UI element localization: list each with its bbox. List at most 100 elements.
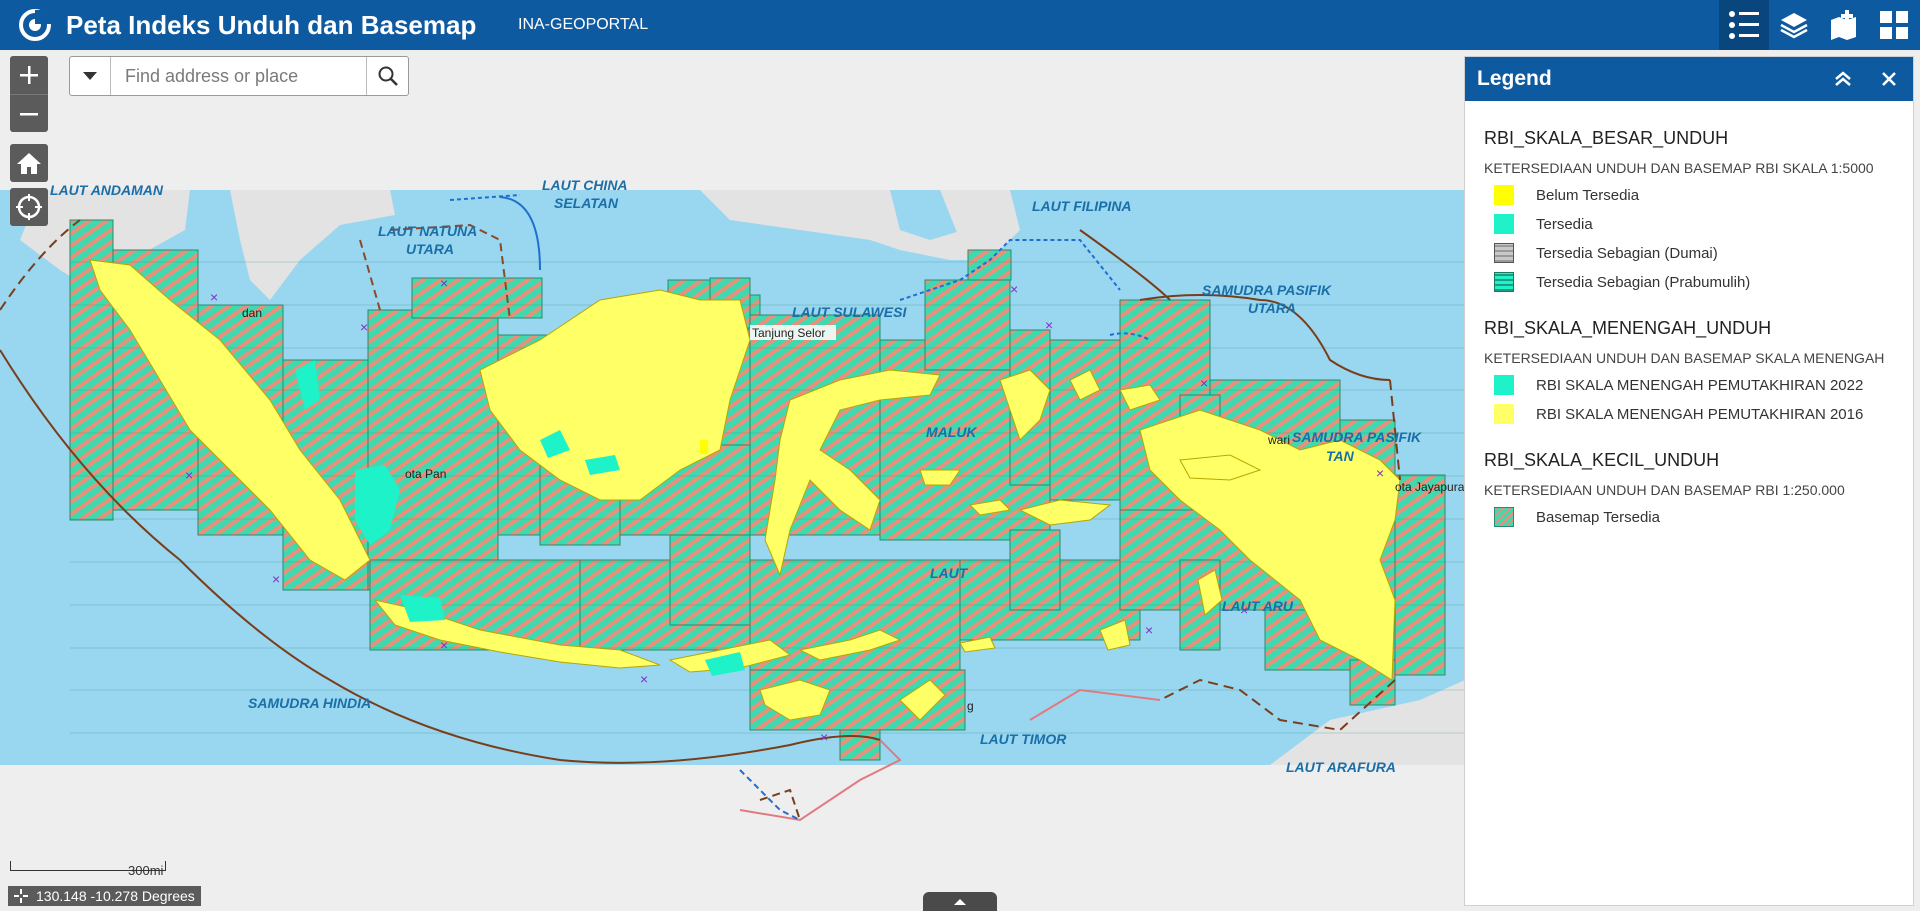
svg-text:×: × [1376,465,1384,481]
legend-item-label: RBI SKALA MENENGAH PEMUTAKHIRAN 2022 [1536,376,1864,394]
legend-panel: Legend RBI_SKALA_BESAR_UNDUH KETERSEDIAA… [1464,56,1914,906]
scale-bar: 300mi [10,861,166,881]
label-laut-andaman: LAUT ANDAMAN [50,182,164,198]
my-location-button[interactable] [10,188,48,226]
home-icon [17,153,41,174]
svg-text:×: × [440,637,448,653]
legend-item-label: RBI SKALA MENENGAH PEMUTAKHIRAN 2016 [1536,405,1864,423]
add-data-button[interactable] [1819,0,1869,50]
label-selatan: SELATAN [554,195,619,211]
label-samudra-pasifik-3: TAN [1326,448,1355,464]
crosshair-icon [14,889,28,903]
coordinate-text: 130.148 -10.278 Degrees [36,888,195,904]
label-samudra-pasifik-utara-2: UTARA [1248,300,1296,316]
legend-group-besar: RBI_SKALA_BESAR_UNDUH KETERSEDIAAN UNDUH… [1484,127,1895,293]
legend-layer-desc: KETERSEDIAAN UNDUH DAN BASEMAP RBI 1:250… [1484,482,1845,498]
svg-text:×: × [640,671,648,687]
label-laut-natuna: LAUT NATUNA [378,223,477,239]
search-icon [378,66,398,86]
zoom-in-button[interactable] [10,56,48,95]
legend-item-label: Belum Tersedia [1536,186,1640,204]
label-laut-arafura: LAUT ARAFURA [1286,759,1396,775]
swatch-tersedia [1494,214,1514,234]
search-button[interactable] [366,57,408,95]
label-laut-timor: LAUT TIMOR [980,731,1067,747]
label-laut-filipina: LAUT FILIPINA [1032,198,1132,214]
legend-title: Legend [1477,67,1552,90]
label-city-tanjung-selor: Tanjung Selor [752,326,825,340]
layer-list-button[interactable] [1769,0,1819,50]
label-laut-china: LAUT CHINA [542,177,628,193]
search-widget [69,56,409,96]
legend-layer-desc: KETERSEDIAAN UNDUH DAN BASEMAP RBI SKALA… [1484,160,1874,176]
legend-item: Belum Tersedia [1484,184,1895,206]
label-laut-banda: LAUT [930,565,969,581]
legend-header: Legend [1465,57,1913,101]
label-laut-sulawesi: LAUT SULAWESI [792,304,907,320]
legend-item: Tersedia [1484,213,1895,235]
svg-text:×: × [360,319,368,335]
swatch-belum-tersedia [1494,185,1514,205]
layers-icon [1780,13,1808,39]
legend-item: RBI SKALA MENENGAH PEMUTAKHIRAN 2022 [1484,374,1895,396]
swatch-menengah-2016 [1494,404,1514,424]
search-source-dropdown[interactable] [70,57,111,95]
label-samudra-pasifik-2: SAMUDRA PASIFIK [1292,429,1422,445]
swatch-tersedia-sebagian-dumai [1494,243,1514,263]
legend-item-label: Tersedia Sebagian (Dumai) [1536,244,1718,262]
legend-item-label: Basemap Tersedia [1536,508,1660,526]
close-panel-button[interactable] [1869,57,1909,101]
legend-body: RBI_SKALA_BESAR_UNDUH KETERSEDIAAN UNDUH… [1465,101,1913,528]
legend-item-label: Tersedia [1536,215,1593,233]
zoom-out-button[interactable] [10,95,48,133]
legend-list-icon [1729,11,1759,39]
svg-text:×: × [440,275,448,291]
label-samudra-pasifik-utara-1: SAMUDRA PASIFIK [1202,282,1332,298]
legend-item-label: Tersedia Sebagian (Prabumulih) [1536,273,1751,291]
swatch-basemap-tersedia [1494,507,1514,527]
label-laut-aru: LAUT ARU [1222,598,1294,614]
legend-item: Tersedia Sebagian (Dumai) [1484,242,1895,264]
label-utara: UTARA [406,241,454,257]
close-icon [1882,72,1896,86]
coordinate-display[interactable]: 130.148 -10.278 Degrees [8,886,201,906]
swatch-tersedia-sebagian-prabumulih [1494,272,1514,292]
swatch-menengah-2022 [1494,375,1514,395]
locate-crosshair-icon [16,194,42,220]
svg-text:×: × [1200,375,1208,391]
bottom-panel-toggle[interactable] [923,892,997,911]
add-data-map-icon [1831,10,1856,40]
app-header: Peta Indeks Unduh dan Basemap INA-GEOPOR… [0,0,1920,50]
label-city-jayapura: ota Jayapura [1395,480,1465,494]
search-input[interactable] [111,57,357,95]
svg-text:×: × [185,467,193,483]
legend-group-kecil: RBI_SKALA_KECIL_UNDUH KETERSEDIAAN UNDUH… [1484,449,1895,528]
legend-item: RBI SKALA MENENGAH PEMUTAKHIRAN 2016 [1484,403,1895,425]
svg-text:×: × [1145,622,1153,638]
grid-icon [1880,11,1908,39]
plus-icon [20,66,38,84]
caret-down-icon [83,72,97,80]
legend-group-menengah: RBI_SKALA_MENENGAH_UNDUH KETERSEDIAAN UN… [1484,317,1895,425]
legend-layer-desc: KETERSEDIAAN UNDUH DAN BASEMAP SKALA MEN… [1484,350,1885,366]
app-subtitle[interactable]: INA-GEOPORTAL [518,15,648,35]
label-city-medan: dan [242,306,262,320]
svg-text:×: × [820,729,828,745]
legend-item: Tersedia Sebagian (Prabumulih) [1484,271,1895,293]
app-title: Peta Indeks Unduh dan Basemap [66,10,477,40]
collapse-panel-button[interactable] [1823,57,1863,101]
legend-widget-button[interactable] [1719,0,1769,50]
svg-text:×: × [272,571,280,587]
svg-text:×: × [210,289,218,305]
minus-icon [20,113,38,116]
label-city-padang: ota Pan [405,467,446,481]
svg-text:×: × [1010,281,1018,297]
scale-bar-label: 300mi [128,863,164,878]
label-city-kupang: g [967,699,974,713]
legend-layer-title: RBI_SKALA_BESAR_UNDUH [1484,128,1729,148]
label-laut-maluku: MALUK [926,424,977,440]
label-samudra-hindia: SAMUDRA HINDIA [248,695,371,711]
basemap-gallery-button[interactable] [1869,0,1919,50]
double-chevron-up-icon [1835,71,1851,86]
home-button[interactable] [10,144,48,182]
